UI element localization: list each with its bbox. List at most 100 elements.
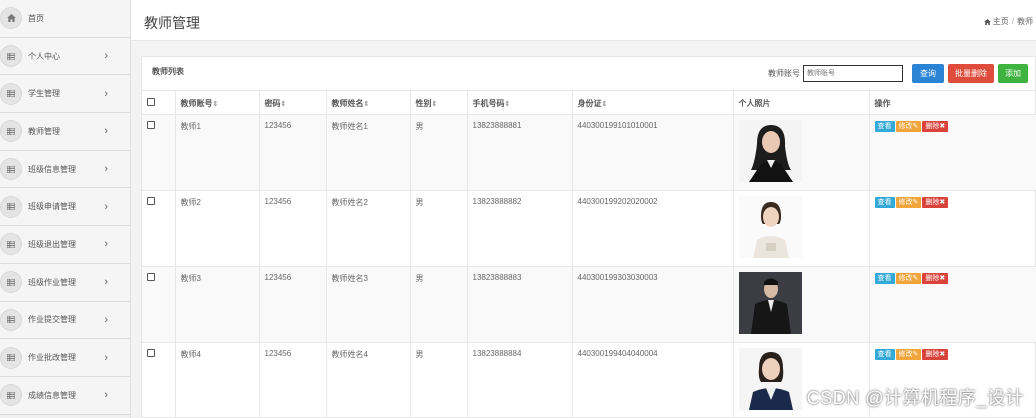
grid-icon (0, 346, 22, 369)
page-title: 教师管理 (144, 15, 200, 31)
cell-gender: 男 (410, 190, 468, 267)
sidebar-item-class-info[interactable]: 班级信息管理 › (0, 150, 130, 189)
breadcrumb-home[interactable]: 主页 (993, 17, 1009, 26)
cell-name: 教师姓名4 (326, 342, 411, 418)
sidebar-item-label: 学生管理 (28, 89, 60, 99)
cell-account: 教师3 (175, 266, 260, 343)
grid-icon (0, 158, 22, 181)
view-button[interactable]: 查看 (874, 120, 895, 132)
select-all-checkbox[interactable] (147, 98, 155, 106)
table-header-row: 教师账号⇕ 密码⇕ 教师姓名⇕ 性别⇕ 手机号码⇕ 身份证⇕ 个人照片 操作 (142, 91, 1036, 115)
pencil-icon: ✎ (912, 275, 919, 282)
teacher-photo (738, 271, 802, 334)
row-checkbox[interactable] (147, 348, 155, 357)
home-icon (0, 7, 22, 30)
batch-delete-button[interactable]: 批量删除 (948, 64, 994, 83)
sidebar-item-class-homework[interactable]: 班级作业管理 › (0, 263, 130, 302)
edit-button[interactable]: 修改 ✎ (895, 196, 922, 208)
sidebar-item-homework-submit[interactable]: 作业提交管理 › (0, 301, 130, 340)
column-header-id-card[interactable]: 身份证⇕ (572, 91, 734, 115)
row-actions: 查看 修改 ✎ 删除 ✖ (874, 272, 1032, 284)
sidebar-item-label: 班级退出管理 (28, 239, 76, 249)
teacher-account-search-input[interactable] (803, 65, 903, 82)
add-button[interactable]: 添加 (998, 64, 1028, 83)
chevron-right-icon: › (104, 351, 108, 364)
cell-account: 教师2 (175, 190, 260, 267)
teacher-photo (738, 119, 802, 182)
sidebar-item-teacher-management[interactable]: 教师管理 › (0, 113, 130, 151)
cell-gender: 男 (410, 342, 468, 418)
table-row: 教师1 123456 教师姓名1 男 13823888881 440300199… (142, 114, 1036, 191)
column-header-actions: 操作 (869, 91, 1036, 115)
column-header-password[interactable]: 密码⇕ (259, 91, 327, 115)
chevron-right-icon: › (104, 389, 108, 402)
watermark: CSDN @计算机程序_设计 (806, 388, 1024, 408)
sidebar-item-homework-grading[interactable]: 作业批改管理 › (0, 339, 130, 377)
sort-icon: ⇕ (363, 101, 370, 108)
edit-button[interactable]: 修改 ✎ (895, 348, 922, 360)
chevron-right-icon: › (104, 163, 108, 176)
row-actions: 查看 修改 ✎ 删除 ✖ (874, 196, 1032, 208)
panel-title: 教师列表 (152, 67, 184, 76)
pencil-icon: ✎ (912, 199, 919, 206)
sidebar: 首页 个人中心 › 学生管理 › 教师管理 › 班级信息管理 › 班级申请管理 … (0, 0, 131, 418)
close-icon: ✖ (939, 123, 946, 130)
breadcrumb: 主页 / 教师 (983, 16, 1033, 27)
chevron-right-icon: › (104, 313, 108, 326)
cell-phone: 13823888882 (467, 190, 573, 267)
cell-id-card: 440300199303030003 (572, 266, 734, 343)
cell-name: 教师姓名2 (326, 190, 411, 267)
column-header-account[interactable]: 教师账号⇕ (175, 91, 260, 115)
row-checkbox[interactable] (147, 196, 155, 205)
page-header: 教师管理 主页 / 教师 (131, 0, 1036, 41)
teacher-list-panel: 教师列表 教师账号 查询 批量删除 添加 教师账号⇕ 密码⇕ 教师姓名⇕ 性别⇕ (141, 56, 1036, 418)
table-row: 教师3 123456 教师姓名3 男 13823888883 440300199… (142, 266, 1036, 343)
column-header-gender[interactable]: 性别⇕ (410, 91, 468, 115)
row-checkbox[interactable] (147, 272, 155, 281)
close-icon: ✖ (939, 351, 946, 358)
delete-button[interactable]: 删除 ✖ (922, 272, 949, 284)
edit-button[interactable]: 修改 ✎ (895, 120, 922, 132)
cell-password: 123456 (259, 190, 327, 267)
sidebar-item-label: 班级信息管理 (28, 164, 76, 174)
view-button[interactable]: 查看 (874, 272, 895, 284)
search-label: 教师账号 (768, 69, 800, 78)
grid-icon (0, 233, 22, 256)
chevron-right-icon: › (104, 50, 108, 63)
sidebar-item-grade-info[interactable]: 成绩信息管理 › (0, 376, 130, 415)
view-button[interactable]: 查看 (874, 196, 895, 208)
pencil-icon: ✎ (912, 351, 919, 358)
cell-name: 教师姓名3 (326, 266, 411, 343)
sidebar-item-label: 班级申请管理 (28, 202, 76, 212)
cell-gender: 男 (410, 114, 468, 191)
cell-account: 教师1 (175, 114, 260, 191)
table-row: 教师2 123456 教师姓名2 男 13823888882 440300199… (142, 190, 1036, 267)
delete-button[interactable]: 删除 ✖ (922, 120, 949, 132)
main-content: 教师管理 主页/教师 教师列表 教师账号 查询 批量删除 添加 教 (131, 0, 1036, 418)
cell-name: 教师姓名1 (326, 114, 411, 191)
sidebar-item-personal-center[interactable]: 个人中心 › (0, 37, 130, 76)
teacher-photo (738, 347, 802, 410)
grid-icon (0, 384, 22, 407)
sidebar-item-class-apply[interactable]: 班级申请管理 › (0, 188, 130, 227)
grid-icon (0, 120, 22, 143)
column-header-name[interactable]: 教师姓名⇕ (326, 91, 411, 115)
cell-account: 教师4 (175, 342, 260, 418)
search-button[interactable]: 查询 (912, 64, 944, 83)
sidebar-item-class-exit[interactable]: 班级退出管理 › (0, 226, 130, 264)
search-area: 教师账号 查询 批量删除 添加 (768, 64, 1028, 83)
column-header-phone[interactable]: 手机号码⇕ (467, 91, 573, 115)
sidebar-item-label: 成绩信息管理 (28, 390, 76, 400)
pencil-icon: ✎ (912, 123, 919, 130)
sidebar-item-home[interactable]: 首页 (0, 0, 130, 38)
sidebar-item-student-management[interactable]: 学生管理 › (0, 75, 130, 114)
view-button[interactable]: 查看 (874, 348, 895, 360)
cell-phone: 13823888884 (467, 342, 573, 418)
delete-button[interactable]: 删除 ✖ (922, 348, 949, 360)
delete-button[interactable]: 删除 ✖ (922, 196, 949, 208)
cell-id-card: 440300199101010001 (572, 114, 734, 191)
row-checkbox[interactable] (147, 120, 155, 129)
chevron-right-icon: › (104, 276, 108, 289)
edit-button[interactable]: 修改 ✎ (895, 272, 922, 284)
chevron-right-icon: › (104, 87, 108, 100)
